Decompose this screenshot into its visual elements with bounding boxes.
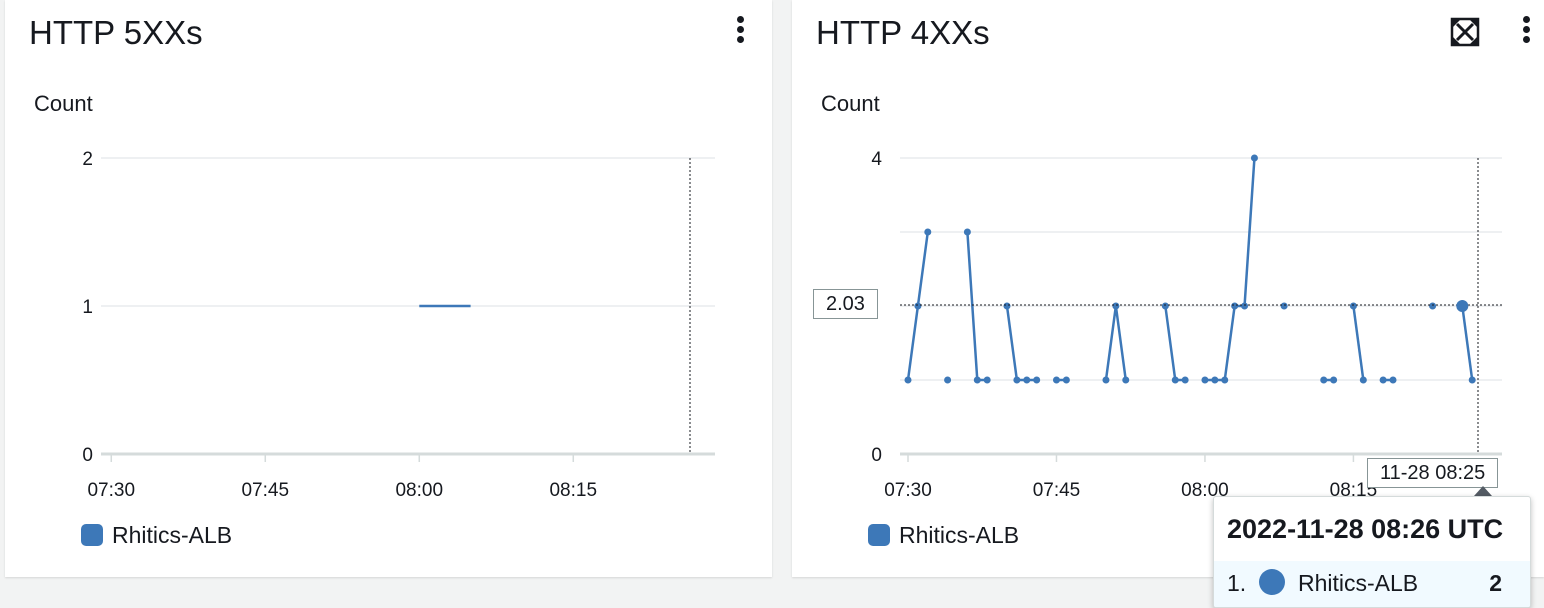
data-point [1181, 376, 1189, 384]
data-point [1013, 376, 1021, 384]
legend-item[interactable]: Rhitics-ALB [868, 520, 1019, 550]
chart-http-4xx[interactable]: 0407:30 07:45 08:00 08:15 [792, 0, 1544, 520]
x-tick-label: 07:45 [1033, 480, 1081, 501]
tooltip-row-index: 1. [1227, 570, 1247, 596]
data-point [914, 302, 922, 310]
legend-item[interactable]: Rhitics-ALB [81, 520, 232, 550]
data-point [1211, 376, 1219, 384]
data-point [1023, 376, 1031, 384]
tooltip-title: 2022-11-28 08:26 UTC [1227, 514, 1504, 544]
data-point [1468, 376, 1476, 384]
x-tick-label: 08:15 [549, 480, 597, 501]
data-point [944, 376, 952, 384]
data-point [1379, 376, 1387, 384]
data-point [924, 228, 932, 236]
data-point [1241, 302, 1249, 310]
data-point [1102, 376, 1110, 384]
data-point [1250, 154, 1258, 162]
crosshair-x-label: 11-28 08:25 [1367, 458, 1499, 488]
legend-label: Rhitics-ALB [899, 521, 1020, 548]
data-point [963, 228, 971, 236]
x-tick-label: 07:45 [241, 480, 289, 501]
data-point [1003, 302, 1011, 310]
series-line [1104, 305, 1128, 381]
series-line [1461, 305, 1474, 381]
data-point [1221, 376, 1229, 384]
widget-http-5xx: HTTP 5XXs Count 0 1 2 07:30 07:45 08:00 08:15 … [5, 0, 772, 577]
data-point [1033, 376, 1041, 384]
legend-label: Rhitics-ALB [112, 521, 233, 548]
chart-http-5xx[interactable]: 0 1 2 07:30 07:45 08:00 08:15 [5, 0, 772, 520]
data-point [1330, 376, 1338, 384]
data-point [973, 376, 981, 384]
data-point [904, 376, 912, 384]
data-point [1062, 376, 1070, 384]
legend-swatch [81, 524, 103, 546]
data-point [1201, 376, 1209, 384]
data-point [1280, 302, 1288, 310]
crosshair-y-label: 2.03 [813, 289, 878, 319]
y-tick-label: 4 [871, 149, 882, 170]
data-point [983, 376, 991, 384]
y-tick-label: 1 [82, 297, 93, 318]
data-point [1122, 376, 1130, 384]
series-line [1352, 305, 1365, 381]
data-point [1112, 302, 1120, 310]
data-point [1161, 302, 1169, 310]
series-line [1164, 305, 1186, 382]
y-tick-label: 0 [871, 445, 882, 466]
tooltip-series-name: Rhitics-ALB [1298, 570, 1419, 596]
series-line [1005, 305, 1037, 382]
x-tick-label: 07:30 [87, 480, 135, 501]
highlighted-point [1456, 300, 1469, 312]
tooltip-series-value: 2 [1489, 570, 1502, 596]
data-point [1231, 302, 1239, 310]
series-line [1204, 157, 1256, 382]
data-point [1429, 302, 1437, 310]
data-point [1171, 376, 1179, 384]
tooltip-series-dot [1259, 569, 1285, 595]
legend-swatch [868, 524, 890, 546]
x-tick-label: 08:00 [395, 480, 443, 501]
tooltip-row[interactable]: 1. Rhitics-ALB 2 [1214, 561, 1530, 607]
data-point [1389, 376, 1397, 384]
y-tick-label: 0 [82, 445, 93, 466]
data-point [1052, 376, 1060, 384]
widget-http-4xx: HTTP 4XXs Count 0 4 07:30 07:45 08:00 08:15 2… [792, 0, 1544, 577]
x-tick-label: 07:30 [884, 480, 932, 501]
tooltip-pointer [1474, 486, 1492, 496]
data-point [1359, 376, 1367, 384]
y-tick-label: 2 [82, 149, 93, 170]
chart-tooltip: 2022-11-28 08:26 UTC 1. Rhitics-ALB 2 [1213, 496, 1531, 608]
data-point [1320, 376, 1328, 384]
data-point [1349, 302, 1357, 310]
